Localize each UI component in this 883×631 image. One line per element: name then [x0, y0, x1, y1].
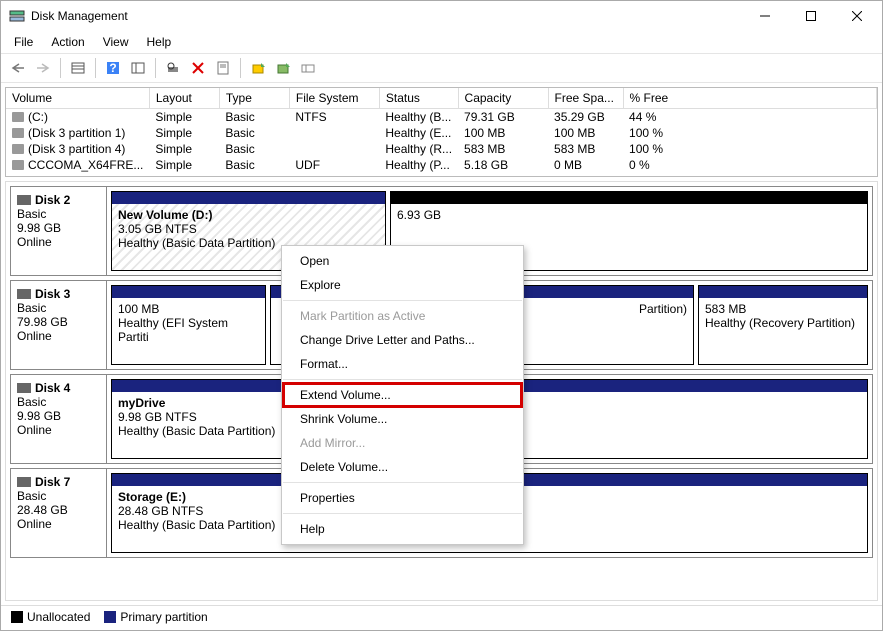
- menu-action[interactable]: Action: [44, 33, 91, 51]
- col-pct[interactable]: % Free: [623, 88, 876, 109]
- legend-primary: Primary partition: [104, 610, 207, 624]
- table-view-icon[interactable]: [67, 57, 89, 79]
- disk-icon: [17, 477, 31, 487]
- col-layout[interactable]: Layout: [149, 88, 219, 109]
- detach-vhd-icon[interactable]: [297, 57, 319, 79]
- properties-icon[interactable]: [212, 57, 234, 79]
- toolbar: ?: [1, 53, 882, 83]
- back-icon[interactable]: [7, 57, 29, 79]
- menu-bar: File Action View Help: [1, 31, 882, 53]
- volume-list-pane: Volume Layout Type File System Status Ca…: [5, 87, 878, 177]
- forward-icon[interactable]: [32, 57, 54, 79]
- separator: [283, 379, 522, 380]
- separator: [283, 300, 522, 301]
- col-capacity[interactable]: Capacity: [458, 88, 548, 109]
- ctx-delete-volume[interactable]: Delete Volume...: [282, 455, 523, 479]
- app-icon: [9, 8, 25, 24]
- col-free[interactable]: Free Spa...: [548, 88, 623, 109]
- table-row[interactable]: (C:)SimpleBasicNTFSHealthy (B...79.31 GB…: [6, 109, 877, 126]
- window-title: Disk Management: [31, 9, 742, 23]
- close-button[interactable]: [834, 1, 880, 31]
- disk-header[interactable]: Disk 2 Basic 9.98 GB Online: [11, 187, 107, 275]
- volume-icon: [12, 176, 24, 177]
- help-icon[interactable]: ?: [102, 57, 124, 79]
- maximize-button[interactable]: [788, 1, 834, 31]
- minimize-button[interactable]: [742, 1, 788, 31]
- volume-icon: [12, 160, 24, 170]
- disk-header[interactable]: Disk 4 Basic 9.98 GB Online: [11, 375, 107, 463]
- new-disk-icon[interactable]: [247, 57, 269, 79]
- col-status[interactable]: Status: [379, 88, 458, 109]
- ctx-change-drive-letter[interactable]: Change Drive Letter and Paths...: [282, 328, 523, 352]
- list-icon[interactable]: [127, 57, 149, 79]
- table-row[interactable]: myDriveSimpleBasicNTFSHealthy (B...9.98 …: [6, 173, 877, 177]
- ctx-shrink-volume[interactable]: Shrink Volume...: [282, 407, 523, 431]
- attach-vhd-icon[interactable]: [272, 57, 294, 79]
- volume-icon: [12, 144, 24, 154]
- svg-text:?: ?: [109, 61, 116, 75]
- menu-view[interactable]: View: [96, 33, 136, 51]
- ctx-help[interactable]: Help: [282, 517, 523, 541]
- ctx-explore[interactable]: Explore: [282, 273, 523, 297]
- ctx-format[interactable]: Format...: [282, 352, 523, 376]
- ctx-properties[interactable]: Properties: [282, 486, 523, 510]
- volume-icon: [12, 128, 24, 138]
- legend: Unallocated Primary partition: [1, 605, 882, 628]
- table-row[interactable]: (Disk 3 partition 4)SimpleBasicHealthy (…: [6, 141, 877, 157]
- context-menu: Open Explore Mark Partition as Active Ch…: [281, 245, 524, 545]
- disk-icon: [17, 195, 31, 205]
- col-fs[interactable]: File System: [289, 88, 379, 109]
- ctx-add-mirror: Add Mirror...: [282, 431, 523, 455]
- table-row[interactable]: (Disk 3 partition 1)SimpleBasicHealthy (…: [6, 125, 877, 141]
- title-bar: Disk Management: [1, 1, 882, 31]
- disk-icon: [17, 383, 31, 393]
- menu-help[interactable]: Help: [140, 33, 179, 51]
- volume-table[interactable]: Volume Layout Type File System Status Ca…: [6, 88, 877, 177]
- table-row[interactable]: CCCOMA_X64FRE...SimpleBasicUDFHealthy (P…: [6, 157, 877, 173]
- ctx-mark-active: Mark Partition as Active: [282, 304, 523, 328]
- col-type[interactable]: Type: [219, 88, 289, 109]
- col-volume[interactable]: Volume: [6, 88, 149, 109]
- separator: [283, 482, 522, 483]
- partition-efi[interactable]: 100 MB Healthy (EFI System Partiti: [111, 285, 266, 365]
- rescan-icon[interactable]: [162, 57, 184, 79]
- disk-icon: [17, 289, 31, 299]
- legend-unallocated: Unallocated: [11, 610, 90, 624]
- menu-file[interactable]: File: [7, 33, 40, 51]
- delete-icon[interactable]: [187, 57, 209, 79]
- ctx-open[interactable]: Open: [282, 249, 523, 273]
- disk-header[interactable]: Disk 3 Basic 79.98 GB Online: [11, 281, 107, 369]
- volume-icon: [12, 112, 24, 122]
- disk-header[interactable]: Disk 7 Basic 28.48 GB Online: [11, 469, 107, 557]
- separator: [283, 513, 522, 514]
- ctx-extend-volume[interactable]: Extend Volume...: [282, 382, 523, 408]
- partition-recovery[interactable]: 583 MB Healthy (Recovery Partition): [698, 285, 868, 365]
